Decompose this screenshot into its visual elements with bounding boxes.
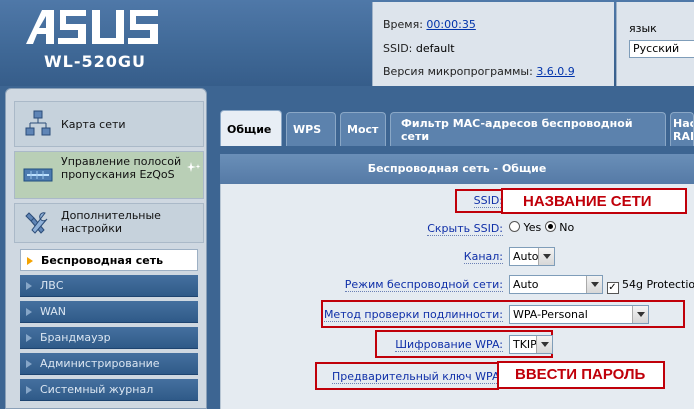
channel-select-value: Auto xyxy=(513,250,539,263)
chevron-down-icon xyxy=(536,336,552,353)
wpa-encryption-select[interactable]: TKIP xyxy=(509,335,553,354)
arrow-right-icon xyxy=(26,360,32,368)
wireless-mode-control: Auto ✓ 54g Protection xyxy=(509,275,694,294)
time-link[interactable]: 00:00:35 xyxy=(426,18,475,31)
auth-method-label: Метод проверки подлинности: xyxy=(323,308,503,322)
arrow-right-icon xyxy=(27,257,33,265)
nav-sub-wireless-label: Беспроводная сеть xyxy=(41,254,164,267)
panel-title: Беспроводная сеть - Общие xyxy=(220,154,694,184)
wireless-mode-label: Режим беспроводной сети: xyxy=(344,278,503,292)
wpa-key-input-value: ВВЕСТИ ПАРОЛЬ xyxy=(515,366,646,383)
language-panel: язык Русский xyxy=(616,2,694,86)
tab-general[interactable]: Общие xyxy=(220,110,282,146)
status-panel: Время: 00:00:35 SSID: default Версия мик… xyxy=(372,2,614,86)
nav-sub-lan[interactable]: ЛВС xyxy=(20,275,198,297)
nav-sub-wan[interactable]: WAN xyxy=(20,301,198,323)
firmware-label: Версия микропрограммы: xyxy=(383,65,533,78)
hide-ssid-options: Yes No xyxy=(509,221,574,234)
wireless-mode-select[interactable]: Auto xyxy=(509,275,603,294)
tab-bar: Общие WPS Мост Фильтр MAC-адресов беспро… xyxy=(214,86,694,146)
hide-ssid-yes-radio[interactable] xyxy=(509,221,520,232)
auth-method-select-value: WPA-Personal xyxy=(513,308,588,321)
nav-item-ezqos-label: Управление полосой пропускания EzQoS xyxy=(61,155,182,181)
channel-label: Канал: xyxy=(463,250,503,264)
asus-logo: WL-520GU xyxy=(0,0,370,86)
chevron-down-icon xyxy=(586,276,602,293)
wireless-mode-select-value: Auto xyxy=(513,278,539,291)
wpa-encryption-control: TKIP xyxy=(509,335,553,354)
wpa-key-row: Предварительный ключ WPA: ВВЕСТИ ПАРОЛЬ xyxy=(229,361,694,390)
channel-row: Канал: Auto xyxy=(229,244,694,270)
nav-item-ezqos[interactable]: Управление полосой пропускания EzQoS xyxy=(14,151,204,199)
nav-sub-wan-label: WAN xyxy=(40,305,67,318)
header: WL-520GU Время: 00:00:35 SSID: default В… xyxy=(0,0,694,86)
nav-item-network-map-label: Карта сети xyxy=(61,118,126,131)
nav-sub-syslog[interactable]: Системный журнал xyxy=(20,379,198,401)
sidebar: Карта сети Управление полосой пропускани… xyxy=(0,86,214,409)
sidebar-panel: Карта сети Управление полосой пропускани… xyxy=(5,88,207,409)
tab-mac-filter[interactable]: Фильтр MAC-адресов беспроводной сети xyxy=(390,112,666,146)
nav-sub-syslog-label: Системный журнал xyxy=(40,383,154,396)
nav-item-network-map[interactable]: Карта сети xyxy=(14,101,204,147)
chevron-down-icon xyxy=(538,248,554,265)
ssid-row-form: SSID: НАЗВАНИЕ СЕТИ xyxy=(229,188,694,214)
hide-ssid-label: Скрыть SSID: xyxy=(427,222,503,236)
tools-icon xyxy=(25,212,48,234)
language-select[interactable]: Русский xyxy=(629,40,694,58)
language-label: язык xyxy=(629,22,657,35)
ssid-input-value: НАЗВАНИЕ СЕТИ xyxy=(523,193,652,210)
nav-sub-administration-label: Администрирование xyxy=(40,357,160,370)
network-map-icon xyxy=(25,110,51,136)
nav-sub-administration[interactable]: Администрирование xyxy=(20,353,198,375)
asus-logo-mark xyxy=(26,10,158,44)
arrow-right-icon xyxy=(26,308,32,316)
wpa-key-label: Предварительный ключ WPA: xyxy=(332,370,503,384)
tab-radius[interactable]: Настройка RADIUS xyxy=(670,112,694,146)
wpa-encryption-select-value: TKIP xyxy=(513,338,537,351)
channel-control: Auto xyxy=(509,247,555,266)
tab-bridge[interactable]: Мост xyxy=(340,112,386,146)
hide-ssid-row: Скрыть SSID: Yes No xyxy=(229,216,694,242)
nav-item-advanced-settings[interactable]: Дополнительные настройки xyxy=(14,203,204,243)
channel-select[interactable]: Auto xyxy=(509,247,555,266)
g-protection-label: 54g Protection xyxy=(622,278,694,291)
firmware-link[interactable]: 3.6.0.9 xyxy=(536,65,574,78)
ssid-status-value: default xyxy=(415,42,455,55)
firmware-row: Версия микропрограммы: 3.6.0.9 xyxy=(383,65,575,78)
nav-sub-lan-label: ЛВС xyxy=(40,279,64,292)
nav-sub-firewall-label: Брандмауэр xyxy=(40,331,111,344)
ssid-label: SSID: xyxy=(473,194,503,208)
wireless-general-form: SSID: НАЗВАНИЕ СЕТИ Скрыть SSID: Yes No … xyxy=(220,184,694,409)
sparkle-icon xyxy=(187,162,201,172)
hide-ssid-no-label: No xyxy=(559,221,575,234)
wpa-encryption-row: Шифрование WPA: TKIP xyxy=(229,330,694,358)
hide-ssid-yes-label: Yes xyxy=(523,221,542,234)
arrow-right-icon xyxy=(26,334,32,342)
g-protection-checkbox[interactable]: ✓ xyxy=(606,282,619,294)
auth-method-row: Метод проверки подлинности: WPA-Personal xyxy=(229,300,694,328)
auth-method-control: WPA-Personal xyxy=(509,305,649,324)
nav-sub-wireless[interactable]: Беспроводная сеть xyxy=(20,249,198,271)
arrow-right-icon xyxy=(26,386,32,394)
wpa-encryption-label: Шифрование WPA: xyxy=(395,338,503,352)
ssid-status-label: SSID: xyxy=(383,42,413,55)
chevron-down-icon xyxy=(632,306,648,323)
tab-radius-label: Настройка RADIUS xyxy=(673,117,693,143)
ezqos-icon xyxy=(23,168,53,182)
model-name: WL-520GU xyxy=(44,52,147,71)
time-label: Время: xyxy=(383,18,423,31)
hide-ssid-no-radio[interactable] xyxy=(544,221,556,232)
wpa-key-input[interactable]: ВВЕСТИ ПАРОЛЬ xyxy=(497,361,665,389)
panel-title-text: Беспроводная сеть - Общие xyxy=(367,162,547,175)
ssid-row: SSID: default xyxy=(383,42,455,55)
arrow-right-icon xyxy=(26,282,32,290)
auth-method-select[interactable]: WPA-Personal xyxy=(509,305,649,324)
main-content: Общие WPS Мост Фильтр MAC-адресов беспро… xyxy=(214,86,694,409)
time-row: Время: 00:00:35 xyxy=(383,18,476,31)
nav-sub-firewall[interactable]: Брандмауэр xyxy=(20,327,198,349)
ssid-input[interactable]: НАЗВАНИЕ СЕТИ xyxy=(501,188,687,214)
wireless-mode-row: Режим беспроводной сети: Auto ✓ 54g Prot… xyxy=(229,272,694,298)
tab-wps[interactable]: WPS xyxy=(286,112,336,146)
nav-item-advanced-settings-label: Дополнительные настройки xyxy=(61,209,161,235)
